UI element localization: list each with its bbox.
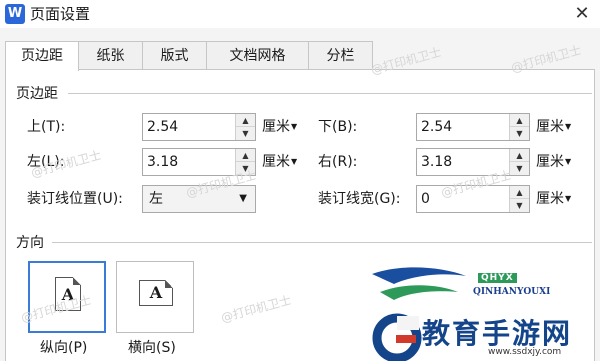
dropdown-arrow-icon: ▼: [239, 193, 247, 204]
wps-writer-icon: W: [5, 4, 25, 24]
bottom-margin-unit-select[interactable]: 厘米▼: [536, 117, 571, 137]
increment-icon[interactable]: ▲: [510, 186, 529, 199]
caret-down-icon: ▼: [291, 157, 298, 166]
gutter-width-stepper: ▲ ▼: [509, 186, 529, 212]
right-margin-stepper: ▲ ▼: [509, 149, 529, 175]
decrement-icon[interactable]: ▼: [510, 162, 529, 175]
portrait-label: 纵向(P): [40, 340, 88, 356]
increment-icon[interactable]: ▲: [510, 114, 529, 127]
right-margin-unit-select[interactable]: 厘米▼: [536, 152, 571, 172]
top-margin-input[interactable]: 2.54 ▲ ▼: [142, 113, 256, 141]
tab-margins[interactable]: 页边距: [5, 41, 79, 71]
gutter-position-label: 装订线位置(U):: [27, 191, 123, 207]
bottom-margin-stepper: ▲ ▼: [509, 114, 529, 140]
page-letter: A: [149, 283, 163, 302]
decrement-icon[interactable]: ▼: [236, 127, 255, 140]
unit-label: 厘米: [262, 154, 290, 170]
decrement-icon[interactable]: ▼: [510, 199, 529, 212]
dialog-title: 页面设置: [30, 5, 91, 23]
section-divider: [52, 242, 592, 243]
gutter-width-unit-select[interactable]: 厘米▼: [536, 189, 571, 209]
site-logo: QHYX QINHANYOUXI 教育手游网 www.ssdxjy.com: [360, 262, 596, 361]
decrement-icon[interactable]: ▼: [510, 127, 529, 140]
gutter-width-label: 装订线宽(G):: [318, 191, 401, 207]
tab-document-grid[interactable]: 文档网格: [207, 41, 309, 70]
left-margin-unit-select[interactable]: 厘米▼: [262, 152, 297, 172]
margins-section-title: 页边距: [16, 83, 64, 103]
unit-label: 厘米: [262, 119, 290, 135]
top-margin-stepper: ▲ ▼: [235, 114, 255, 140]
increment-icon[interactable]: ▲: [236, 149, 255, 162]
top-margin-unit-select[interactable]: 厘米▼: [262, 117, 297, 137]
tab-layout[interactable]: 版式: [143, 41, 207, 70]
brand-chinese: 教育手游网: [422, 317, 573, 350]
top-margin-label: 上(T):: [27, 119, 66, 135]
right-margin-label: 右(R):: [318, 154, 358, 170]
right-margin-value: 3.18: [421, 154, 453, 170]
landscape-label: 横向(S): [128, 340, 176, 356]
bottom-margin-value: 2.54: [421, 119, 453, 135]
top-margin-value: 2.54: [147, 119, 179, 135]
tab-bar: 页边距 纸张 版式 文档网格 分栏: [5, 41, 373, 71]
unit-label: 厘米: [536, 119, 564, 135]
bottom-margin-input[interactable]: 2.54 ▲ ▼: [416, 113, 530, 141]
gutter-width-value: 0: [421, 191, 430, 207]
brand-tag: QHYX: [478, 273, 517, 283]
left-margin-value: 3.18: [147, 154, 179, 170]
tab-paper[interactable]: 纸张: [79, 41, 143, 70]
bottom-margin-label: 下(B):: [318, 119, 358, 135]
title-bar: W 页面设置 ✕: [0, 0, 600, 28]
increment-icon[interactable]: ▲: [510, 149, 529, 162]
landscape-page-icon: A: [139, 280, 173, 306]
tab-columns[interactable]: 分栏: [309, 41, 373, 70]
right-margin-input[interactable]: 3.18 ▲ ▼: [416, 148, 530, 176]
caret-down-icon: ▼: [565, 157, 572, 166]
unit-label: 厘米: [536, 154, 564, 170]
caret-down-icon: ▼: [291, 122, 298, 131]
close-button[interactable]: ✕: [570, 2, 594, 26]
caret-down-icon: ▼: [565, 122, 572, 131]
caret-down-icon: ▼: [565, 194, 572, 203]
unit-label: 厘米: [536, 191, 564, 207]
brand-english: QINHANYOUXI: [473, 287, 551, 297]
landscape-button[interactable]: A: [116, 261, 194, 333]
section-divider: [68, 93, 592, 94]
brand-url: www.ssdxjy.com: [488, 347, 562, 357]
gutter-position-value: 左: [149, 191, 163, 207]
increment-icon[interactable]: ▲: [236, 114, 255, 127]
orientation-section-title: 方向: [16, 232, 50, 252]
